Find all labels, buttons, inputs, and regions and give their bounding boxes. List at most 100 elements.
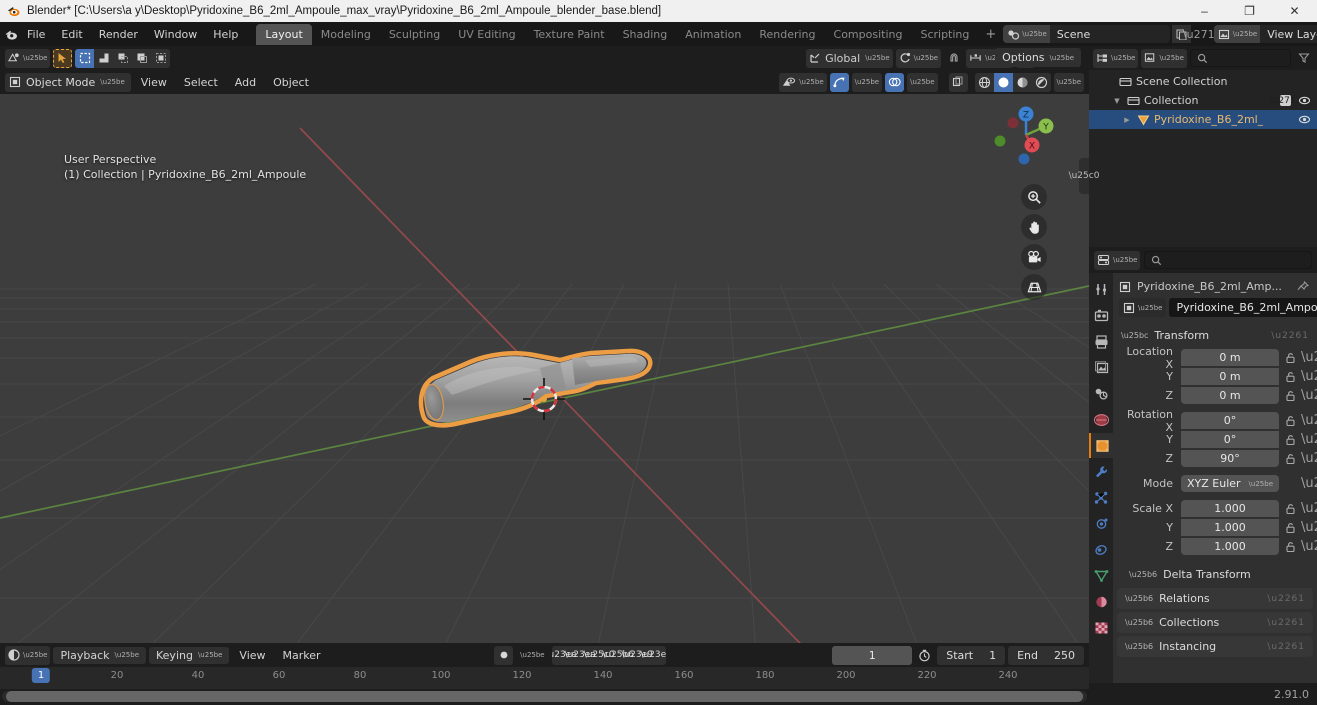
- object-mode-dropdown[interactable]: Object Mode \u25be: [5, 72, 131, 92]
- scene-selector[interactable]: \u25be Scene: [1003, 25, 1170, 43]
- rotation-z-field[interactable]: 90°: [1181, 450, 1279, 467]
- overlays-settings-dropdown[interactable]: \u25be: [907, 72, 938, 92]
- rotation-x-field[interactable]: 0°: [1181, 412, 1279, 429]
- lock-icon[interactable]: [1283, 503, 1297, 515]
- properties-tab-modifiers[interactable]: [1089, 459, 1113, 484]
- animate-property-dot[interactable]: \u2022: [1301, 370, 1317, 383]
- menu-file[interactable]: File: [19, 25, 53, 44]
- workspace-tab-scripting[interactable]: Scripting: [911, 24, 978, 45]
- properties-tab-render[interactable]: [1089, 303, 1113, 328]
- eye-icon[interactable]: [1298, 114, 1311, 125]
- disclosure-triangle[interactable]: ▼: [1111, 97, 1123, 105]
- select-difference-icon[interactable]: [94, 48, 114, 68]
- workspace-tab-uv-editing[interactable]: UV Editing: [449, 24, 524, 45]
- overlays-toggle-icon[interactable]: [885, 72, 905, 92]
- outliner-editor-type-icon[interactable]: \u25be: [1093, 48, 1139, 68]
- viewport-menu-add[interactable]: Add: [228, 74, 263, 91]
- lock-icon[interactable]: [1283, 415, 1297, 427]
- properties-tab-material[interactable]: [1089, 589, 1113, 614]
- workspace-tab-rendering[interactable]: Rendering: [750, 24, 824, 45]
- eye-icon[interactable]: [1298, 95, 1311, 106]
- lock-icon[interactable]: [1283, 434, 1297, 446]
- outliner-row-collection[interactable]: ▼ Collection \u2713: [1089, 91, 1317, 110]
- timeline-playhead[interactable]: 1: [31, 668, 51, 683]
- snap-magnet-icon[interactable]: [944, 49, 963, 68]
- properties-search-input[interactable]: [1144, 251, 1312, 269]
- shading-solid-icon[interactable]: [993, 72, 1013, 92]
- animate-property-dot[interactable]: \u2022: [1301, 540, 1317, 553]
- minimize-button[interactable]: –: [1182, 0, 1227, 22]
- keying-settings-dropdown[interactable]: \u25be: [517, 646, 547, 665]
- maximize-button[interactable]: ❐: [1227, 0, 1272, 22]
- select-add-icon[interactable]: [132, 48, 152, 68]
- object-type-dropdown[interactable]: \u25be: [1119, 298, 1167, 317]
- workspace-tab-layout[interactable]: Layout: [256, 23, 312, 45]
- scale-y-field[interactable]: 1.000: [1181, 519, 1279, 536]
- outliner-filter-icon[interactable]: [1294, 49, 1313, 68]
- properties-tab-constraints[interactable]: [1089, 537, 1113, 562]
- shading-wireframe-icon[interactable]: [974, 72, 994, 92]
- zoom-view-button[interactable]: [1021, 184, 1047, 210]
- timeline-ruler[interactable]: 20 40 60 80 100 120 140 160 180 200 220 …: [0, 667, 1089, 689]
- visibility-dropdown[interactable]: \u25be: [779, 72, 827, 92]
- workspace-tab-shading[interactable]: Shading: [614, 24, 677, 45]
- use-preview-range-icon[interactable]: [915, 646, 934, 665]
- collection-checkbox[interactable]: \u2713: [1270, 95, 1301, 106]
- timeline-editor-type-icon[interactable]: \u25be: [5, 645, 51, 665]
- workspace-tab-animation[interactable]: Animation: [676, 24, 750, 45]
- properties-tab-texture[interactable]: [1089, 615, 1113, 640]
- menu-edit[interactable]: Edit: [53, 25, 90, 44]
- scale-x-field[interactable]: 1.000: [1181, 500, 1279, 517]
- scene-name[interactable]: Scene: [1049, 25, 1170, 43]
- animate-property-dot[interactable]: \u2022: [1301, 414, 1317, 427]
- jump-to-end-button[interactable]: \u23ed: [640, 646, 665, 665]
- lock-icon[interactable]: [1283, 352, 1297, 364]
- object-name-input[interactable]: Pyridoxine_B6_2ml_Ampoule: [1169, 298, 1317, 317]
- animate-property-dot[interactable]: \u2022: [1301, 433, 1317, 446]
- viewlayer-selector[interactable]: \u25be View Layer: [1213, 25, 1317, 43]
- lock-icon[interactable]: [1283, 371, 1297, 383]
- panel-header-collections[interactable]: \u25b6 Collections \u2261: [1117, 612, 1313, 633]
- frame-start-field[interactable]: Start 1: [937, 645, 1006, 665]
- properties-tab-object[interactable]: [1089, 433, 1113, 458]
- viewport-menu-view[interactable]: View: [134, 74, 174, 91]
- panel-header-delta-transform[interactable]: \u25b6 Delta Transform: [1113, 564, 1317, 585]
- pin-icon[interactable]: [1297, 280, 1309, 293]
- properties-tab-physics[interactable]: [1089, 511, 1113, 536]
- properties-editor-type-icon[interactable]: \u25be: [1094, 250, 1141, 270]
- select-box-icon[interactable]: [75, 48, 95, 68]
- animate-property-dot[interactable]: \u2022: [1301, 452, 1317, 465]
- properties-tab-scene[interactable]: [1089, 381, 1113, 406]
- viewport-options-dropdown[interactable]: Options \u25be: [995, 48, 1081, 67]
- panel-header-transform[interactable]: \u25bc Transform \u2261: [1113, 325, 1317, 346]
- panel-header-instancing[interactable]: \u25b6 Instancing \u2261: [1117, 636, 1313, 657]
- workspace-tab-texture-paint[interactable]: Texture Paint: [525, 24, 614, 45]
- timeline-menu-marker[interactable]: Marker: [276, 647, 328, 664]
- gizmo-toggle-icon[interactable]: [829, 72, 849, 92]
- outliner-search-input[interactable]: [1189, 49, 1291, 67]
- menu-render[interactable]: Render: [91, 25, 146, 44]
- tweak-tool-icon[interactable]: [53, 48, 73, 68]
- menu-help[interactable]: Help: [205, 25, 246, 44]
- workspace-tab-compositing[interactable]: Compositing: [825, 24, 912, 45]
- timeline-menu-keying[interactable]: Keying \u25be: [149, 646, 230, 664]
- lock-icon[interactable]: [1283, 522, 1297, 534]
- viewport-menu-select[interactable]: Select: [177, 74, 225, 91]
- transform-orientation-dropdown[interactable]: Global \u25be: [806, 48, 893, 68]
- lock-icon[interactable]: [1283, 390, 1297, 402]
- close-button[interactable]: ✕: [1272, 0, 1317, 22]
- pivot-point-dropdown[interactable]: \u25be: [895, 48, 942, 68]
- animate-property-dot[interactable]: \u2022: [1301, 389, 1317, 402]
- sidebar-collapse-arrow[interactable]: \u25c0: [1069, 158, 1099, 194]
- shading-material-preview-icon[interactable]: [1012, 72, 1032, 92]
- add-workspace-button[interactable]: +: [978, 25, 1003, 44]
- outliner-display-mode-dropdown[interactable]: \u25be: [1141, 48, 1187, 68]
- properties-tab-view-layer[interactable]: [1089, 355, 1113, 380]
- disclosure-triangle[interactable]: ▶: [1121, 116, 1133, 124]
- lock-icon[interactable]: [1283, 453, 1297, 465]
- navigation-gizmo[interactable]: Z Y X: [991, 100, 1061, 170]
- select-intersect-icon[interactable]: [113, 48, 133, 68]
- xray-toggle-icon[interactable]: [948, 72, 968, 92]
- menu-window[interactable]: Window: [146, 25, 205, 44]
- blender-menu-icon[interactable]: [4, 23, 19, 45]
